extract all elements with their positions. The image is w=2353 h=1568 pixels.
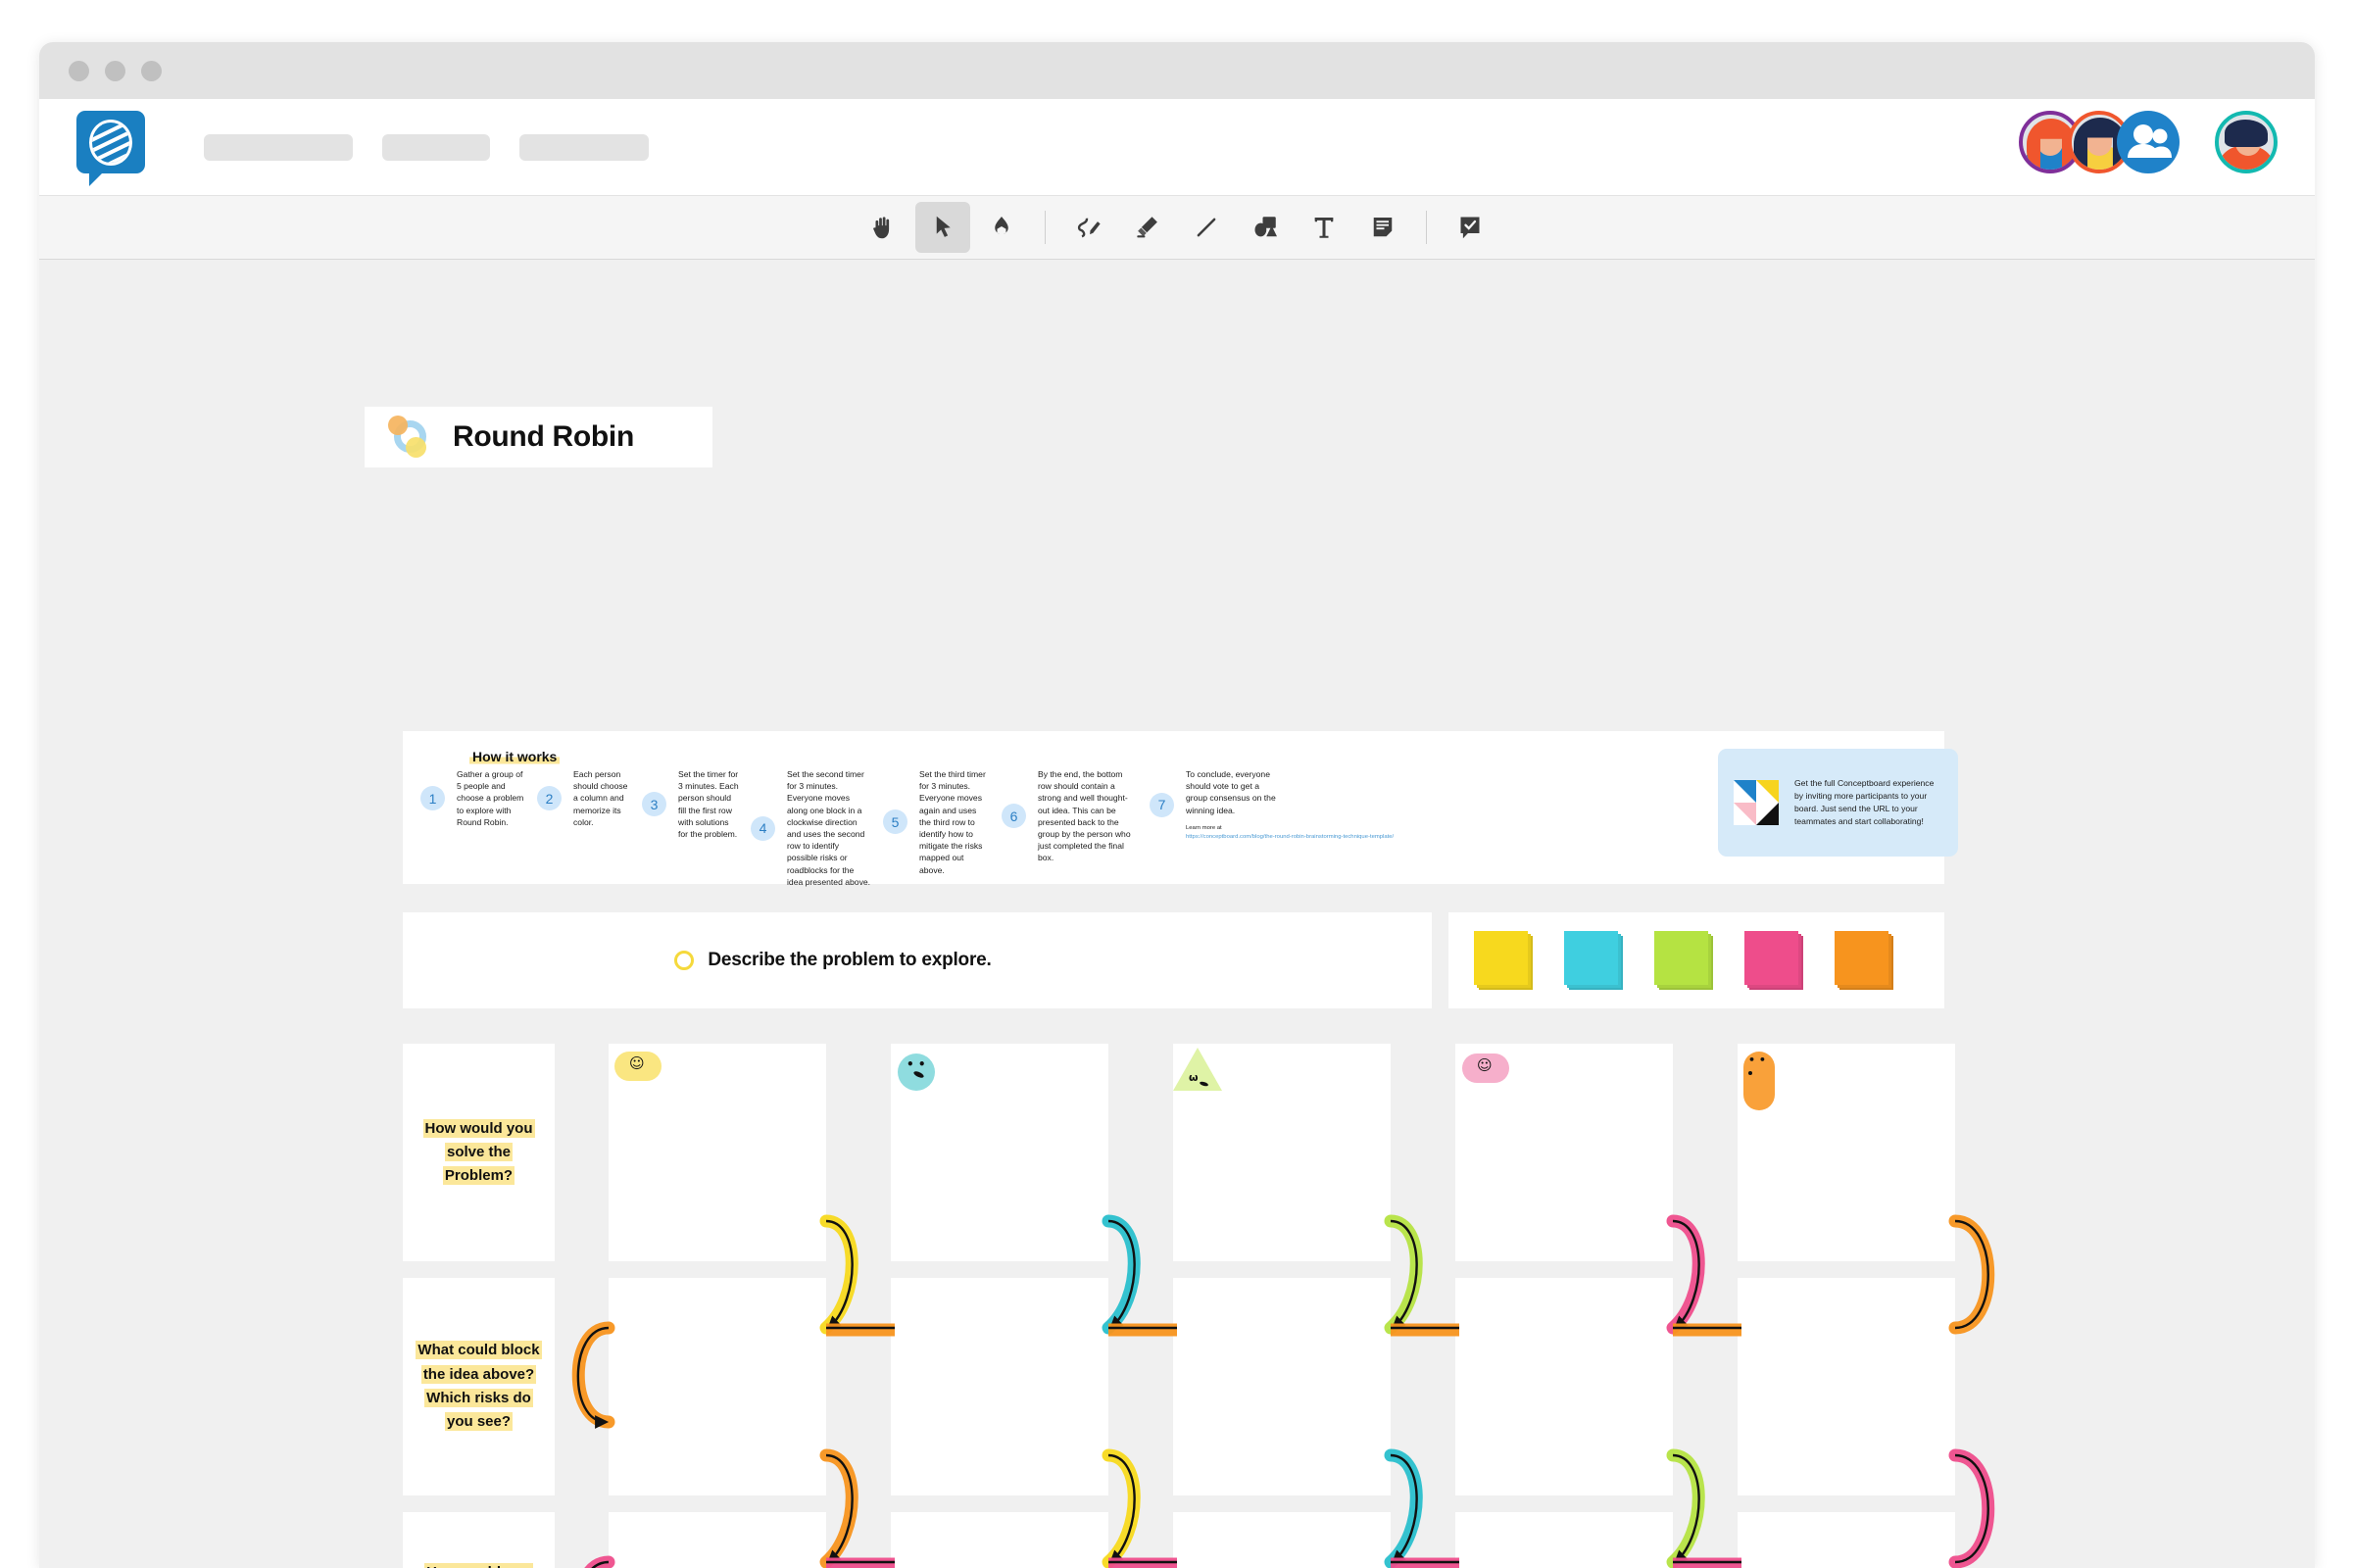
connector-row2-wrap-left [571, 1321, 615, 1429]
toolbar-divider-1 [1045, 211, 1046, 244]
grid-cell[interactable] [891, 1278, 1108, 1495]
window-close-dot[interactable] [69, 60, 89, 81]
grid-cell[interactable] [1738, 1512, 1955, 1568]
window-maximize-dot[interactable] [141, 60, 162, 81]
grid-cell[interactable] [1738, 1278, 1955, 1495]
cursor-icon[interactable] [915, 202, 970, 253]
people-icon [2128, 124, 2172, 158]
logo-oval-icon [89, 120, 132, 166]
marker-yellow[interactable]: ☺ [614, 1052, 662, 1081]
window-titlebar [39, 42, 2315, 99]
marker-pink[interactable]: ☺ [1462, 1054, 1509, 1083]
app-header [39, 99, 2315, 195]
marker-orange[interactable]: • • [1743, 1052, 1775, 1110]
grid-cell[interactable] [1173, 1512, 1391, 1568]
shapes-icon[interactable] [1238, 202, 1293, 253]
connector-row3-wrap-left [584, 1555, 615, 1568]
grid-cell[interactable] [1173, 1278, 1391, 1495]
comment-icon[interactable] [1443, 202, 1497, 253]
drawing-toolbar [39, 195, 2315, 260]
row-label-risks: What could block the idea above? Which r… [403, 1278, 555, 1495]
row-label-text: How would you solve the Problem? [422, 1118, 535, 1186]
grid-cell[interactable] [1455, 1512, 1673, 1568]
pen-icon[interactable] [1061, 202, 1116, 253]
browser-window: Round Robin How it works 1 Gather a grou… [39, 42, 2315, 1568]
grid-cell[interactable] [609, 1512, 826, 1568]
grid-cell[interactable] [1455, 1278, 1673, 1495]
marker-icon[interactable] [1120, 202, 1175, 253]
board-canvas[interactable]: Round Robin How it works 1 Gather a grou… [39, 260, 2315, 1568]
window-minimize-dot[interactable] [105, 60, 125, 81]
nav-placeholder-3[interactable] [519, 133, 649, 161]
toolbar-divider-2 [1426, 211, 1427, 244]
hand-icon[interactable] [857, 202, 911, 253]
conceptboard-logo[interactable] [76, 111, 149, 186]
grid-cell[interactable] [891, 1512, 1108, 1568]
marker-green[interactable]: ω [1173, 1048, 1222, 1091]
row-label-solve: How would you solve the Problem? [403, 1044, 555, 1261]
eraser-icon[interactable] [974, 202, 1029, 253]
text-icon[interactable] [1297, 202, 1351, 253]
marker-cyan[interactable]: • • [898, 1054, 935, 1091]
avatar-group [2019, 111, 2278, 173]
nav-placeholder-2[interactable] [382, 133, 490, 161]
line-icon[interactable] [1179, 202, 1234, 253]
nav-placeholder-1[interactable] [204, 133, 353, 161]
row-label-text: How could you mitigate the risks mapped … [413, 1563, 545, 1568]
avatar-current-user[interactable] [2215, 111, 2278, 173]
avatar-participants-group[interactable] [2117, 111, 2180, 173]
round-robin-grid: How would you solve the Problem? What co… [39, 260, 2315, 1568]
row-label-mitigate: How could you mitigate the risks mapped … [403, 1512, 555, 1568]
row-label-text: What could block the idea above? Which r… [416, 1341, 542, 1432]
sticky-note-icon[interactable] [1355, 202, 1410, 253]
grid-cell[interactable] [609, 1278, 826, 1495]
